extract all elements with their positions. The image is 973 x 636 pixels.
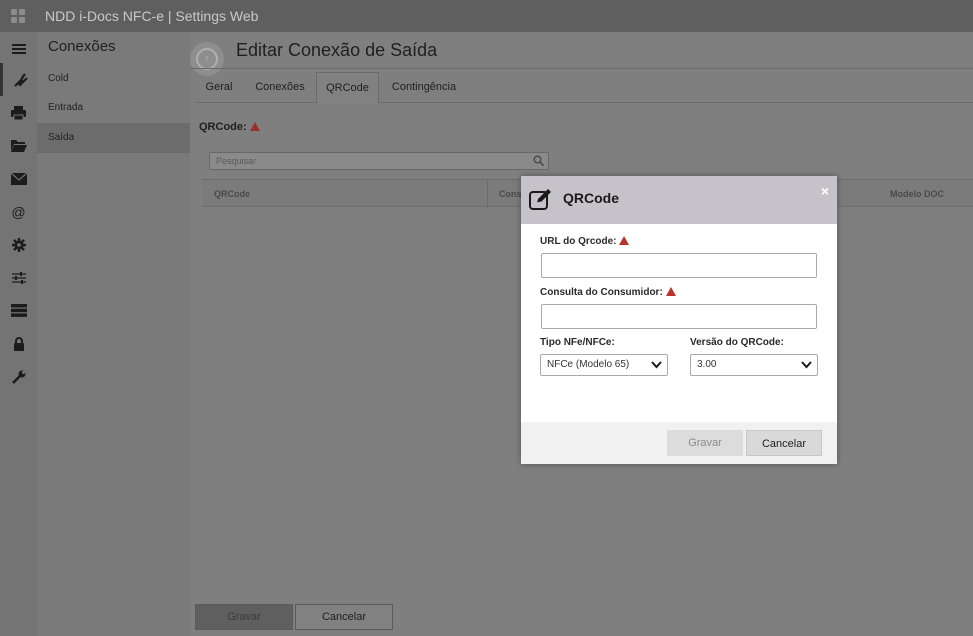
close-icon[interactable]: ×: [821, 183, 829, 199]
url-qrcode-label-text: URL do Qrcode:: [540, 236, 617, 247]
column-header-modelo-doc[interactable]: Modelo DOC: [890, 180, 944, 208]
url-qrcode-input[interactable]: [541, 253, 817, 278]
tab-geral[interactable]: Geral: [196, 72, 242, 103]
column-header-consulta[interactable]: Cons: [499, 180, 522, 208]
url-qrcode-label: URL do Qrcode:: [540, 236, 630, 247]
versao-qrcode-select[interactable]: 3.00: [690, 354, 818, 376]
tipo-nfe-label: Tipo NFe/NFCe:: [540, 337, 615, 348]
tab-bar: Geral Conexões QRCode Contingência: [196, 72, 973, 104]
tab-conexoes[interactable]: Conexões: [252, 72, 308, 103]
sidebar-item-saida[interactable]: Saída: [37, 123, 190, 153]
gear-icon[interactable]: [0, 228, 37, 261]
tab-qrcode[interactable]: QRCode: [316, 72, 379, 104]
warning-icon: [619, 236, 630, 245]
column-header-qrcode[interactable]: QRCode: [214, 180, 250, 208]
lock-icon[interactable]: [0, 327, 37, 360]
upload-arrow-icon: ↑: [190, 42, 224, 76]
modal-title: QRCode: [563, 190, 619, 206]
sliders-icon[interactable]: [0, 261, 37, 294]
folder-icon[interactable]: [0, 129, 37, 162]
sidebar-item-cold[interactable]: Cold: [37, 64, 190, 94]
at-icon[interactable]: @: [0, 195, 37, 228]
consulta-consumidor-label: Consulta do Consumidor:: [540, 287, 676, 298]
qrcode-section-text: QRCode:: [199, 121, 247, 133]
versao-qrcode-value: 3.00: [697, 359, 717, 370]
app-title: NDD i-Docs NFC-e | Settings Web: [45, 8, 259, 24]
modal-cancel-button[interactable]: Cancelar: [746, 430, 822, 456]
connections-sidebar: Conexões Cold Entrada Saída: [37, 32, 190, 636]
server-icon[interactable]: [0, 294, 37, 327]
warning-icon: [665, 287, 676, 296]
consulta-consumidor-input[interactable]: [541, 304, 817, 329]
consulta-consumidor-label-text: Consulta do Consumidor:: [540, 287, 663, 298]
modal-header: QRCode ×: [521, 176, 837, 224]
icon-sidebar: @: [0, 32, 37, 636]
qrcode-section-label: QRCode:: [199, 121, 260, 133]
menu-icon[interactable]: [0, 32, 37, 65]
sidebar-title: Conexões: [48, 38, 116, 55]
edit-icon: [529, 189, 551, 210]
sidebar-item-entrada[interactable]: Entrada: [37, 93, 190, 123]
chevron-down-icon: [651, 361, 662, 369]
save-button[interactable]: Gravar: [195, 604, 293, 630]
qrcode-modal: QRCode × URL do Qrcode: Consulta do Cons…: [521, 176, 837, 464]
envelope-icon[interactable]: [0, 162, 37, 195]
header-divider: [190, 68, 973, 69]
tab-contingencia[interactable]: Contingência: [389, 72, 459, 103]
tipo-nfe-select[interactable]: NFCe (Modelo 65): [540, 354, 668, 376]
page-title: Editar Conexão de Saída: [236, 40, 438, 60]
app-grid-icon: [11, 9, 25, 23]
printer-icon[interactable]: [0, 96, 37, 129]
column-divider: [487, 180, 488, 208]
chevron-down-icon: [801, 361, 812, 369]
versao-qrcode-label: Versão do QRCode:: [690, 337, 784, 348]
wrench-icon[interactable]: [0, 360, 37, 393]
warning-icon: [249, 122, 260, 131]
tipo-nfe-value: NFCe (Modelo 65): [547, 359, 630, 370]
plug-icon[interactable]: [0, 63, 37, 96]
search-icon[interactable]: [533, 155, 544, 166]
title-bar: NDD i-Docs NFC-e | Settings Web: [0, 0, 973, 32]
modal-footer: Gravar Cancelar: [521, 422, 837, 464]
modal-save-button[interactable]: Gravar: [667, 430, 743, 456]
search-input[interactable]: Pesquisar: [209, 152, 549, 170]
search-placeholder: Pesquisar: [216, 156, 257, 166]
cancel-button[interactable]: Cancelar: [295, 604, 393, 630]
